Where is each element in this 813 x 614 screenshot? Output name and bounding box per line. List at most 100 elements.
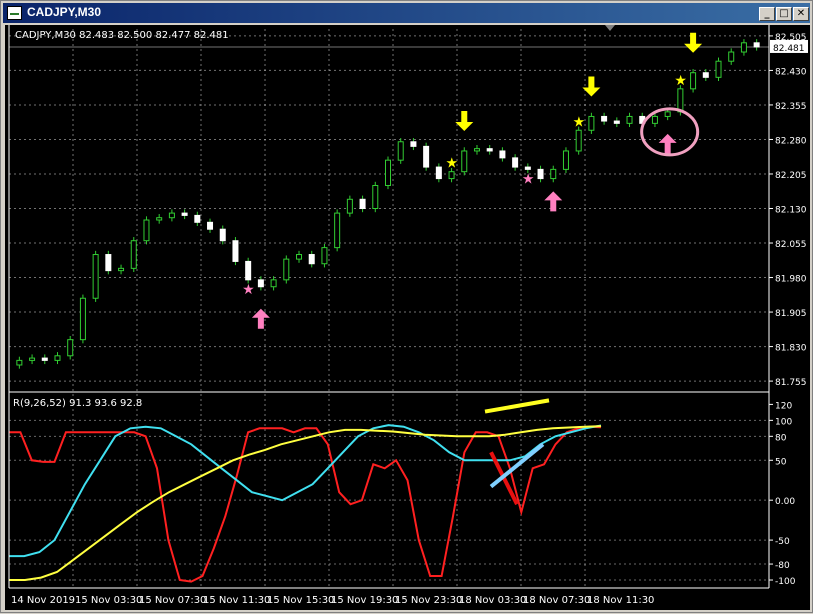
price-tick-label: 82.430 <box>775 67 807 77</box>
candle-body <box>715 60 722 78</box>
candle-body <box>118 267 125 272</box>
candle-body <box>512 157 519 168</box>
oscillator-tick-label: 50 <box>775 457 787 467</box>
time-tick-label: 15 Nov 23:30 <box>395 595 462 606</box>
candle-body <box>702 72 709 78</box>
candle-body <box>550 168 557 180</box>
candle-body <box>41 357 48 361</box>
candle-body <box>753 42 760 48</box>
price-tick-label: 82.130 <box>775 206 807 216</box>
oscillator-line-1 <box>9 425 602 583</box>
time-tick-label: 15 Nov 11:30 <box>203 595 270 606</box>
candle-body <box>54 355 61 361</box>
candle-body <box>385 159 391 186</box>
oscillator-tick-label: 0.00 <box>775 497 795 507</box>
oscillator-pane-header: R(9,26,52) 91.3 93.6 92.8 <box>13 398 142 409</box>
oscillator-tick-label: -50 <box>775 537 790 547</box>
candle-body <box>308 254 315 265</box>
candle-body <box>499 150 506 159</box>
candle-body <box>448 171 455 180</box>
oscillator-pane <box>9 424 602 583</box>
candle-body <box>524 166 531 170</box>
buy-star-icon: ★ <box>522 171 535 187</box>
candle-body <box>740 42 747 53</box>
time-tick-label: 18 Nov 11:30 <box>587 595 654 606</box>
candle-body <box>435 166 442 180</box>
candle-body <box>156 217 163 221</box>
chart-window-icon <box>7 6 22 20</box>
candle-body <box>105 254 112 272</box>
chart-shift-marker-icon <box>605 25 615 31</box>
window-title: CADJPY,M30 <box>27 5 102 19</box>
candle-body <box>67 339 74 357</box>
candle-body <box>194 214 201 223</box>
candle-body <box>397 141 404 161</box>
candle-body <box>181 212 188 216</box>
buy-star-icon: ★ <box>242 282 255 298</box>
candle-body <box>92 254 99 299</box>
terminal-window: CADJPY,M30 _ □ ✕ ★ ★ ★ ★ ★ 14 Nov 2019 15 Nov… <box>0 0 813 613</box>
sell-arrow-icon <box>455 110 474 131</box>
oscillator-tick-label: -100 <box>775 577 796 587</box>
candle-body <box>29 357 36 361</box>
price-tick-label: 81.830 <box>775 344 807 354</box>
time-tick-label: 15 Nov 15:30 <box>267 595 334 606</box>
price-pane-header: CADJPY,M30 82.483 82.500 82.477 82.481 <box>15 30 229 41</box>
oscillator-tick-label: 100 <box>775 417 792 427</box>
maximize-button[interactable]: □ <box>776 7 792 21</box>
candle-body <box>283 258 290 281</box>
candle-body <box>410 141 417 147</box>
candle-body <box>296 254 303 260</box>
chart-area[interactable]: ★ ★ ★ ★ ★ 14 Nov 2019 15 Nov 03:30 15 Nov 07:3… <box>5 25 810 610</box>
candle-body <box>219 228 226 242</box>
sell-star-icon: ★ <box>674 73 687 89</box>
candle-body <box>207 221 214 230</box>
chart-canvas[interactable]: ★ ★ ★ ★ ★ 14 Nov 2019 15 Nov 03:3015 Nov 07:3… <box>5 25 810 610</box>
time-tick-label: 15 Nov 07:30 <box>139 595 206 606</box>
time-tick-label: 18 Nov 03:30 <box>459 595 526 606</box>
candle-body <box>651 115 658 124</box>
candle-body <box>232 240 239 262</box>
candle-body <box>537 168 544 180</box>
price-tick-label: 82.205 <box>775 171 807 181</box>
candle-body <box>486 148 493 152</box>
price-tick-label: 81.755 <box>775 378 807 388</box>
candle-body <box>728 51 735 62</box>
candle-body <box>168 212 175 219</box>
candle-body <box>461 150 468 173</box>
price-tick-label: 82.055 <box>775 240 807 250</box>
close-button[interactable]: ✕ <box>793 7 809 21</box>
price-tick-label: 81.980 <box>775 275 807 285</box>
candle-body <box>473 148 480 152</box>
buy-arrow-icon <box>658 133 677 154</box>
oscillator-tick-label: 80 <box>775 433 787 443</box>
price-tick-label: 82.280 <box>775 136 807 146</box>
candle-body <box>690 72 697 90</box>
candle-body <box>334 212 341 249</box>
candle-body <box>346 198 353 214</box>
candle-body <box>270 279 277 288</box>
candle-body <box>588 115 595 131</box>
candle-body <box>423 145 430 168</box>
candle-body <box>372 184 379 210</box>
candle-body <box>79 297 86 341</box>
sell-star-icon: ★ <box>446 156 459 172</box>
candle-body <box>359 198 366 210</box>
minimize-button[interactable]: _ <box>759 7 775 21</box>
price-tick-label: 82.355 <box>775 102 807 112</box>
candle-body <box>601 115 608 122</box>
price-tick-label: 81.905 <box>775 309 807 319</box>
candle-body <box>677 88 684 113</box>
candle-body <box>575 129 582 152</box>
annotation-trendline-yellow <box>484 398 550 414</box>
candle-body <box>321 247 328 265</box>
candle-body <box>626 115 633 124</box>
title-bar[interactable]: CADJPY,M30 _ □ ✕ <box>3 3 810 23</box>
candle-body <box>143 219 150 242</box>
candle-body <box>562 150 569 170</box>
price-tag-label: 82.481 <box>773 44 805 54</box>
time-tick-label: 14 Nov 2019 <box>11 595 75 606</box>
candle-body <box>16 359 23 366</box>
sell-star-icon: ★ <box>573 114 586 130</box>
candle-body <box>257 279 264 288</box>
